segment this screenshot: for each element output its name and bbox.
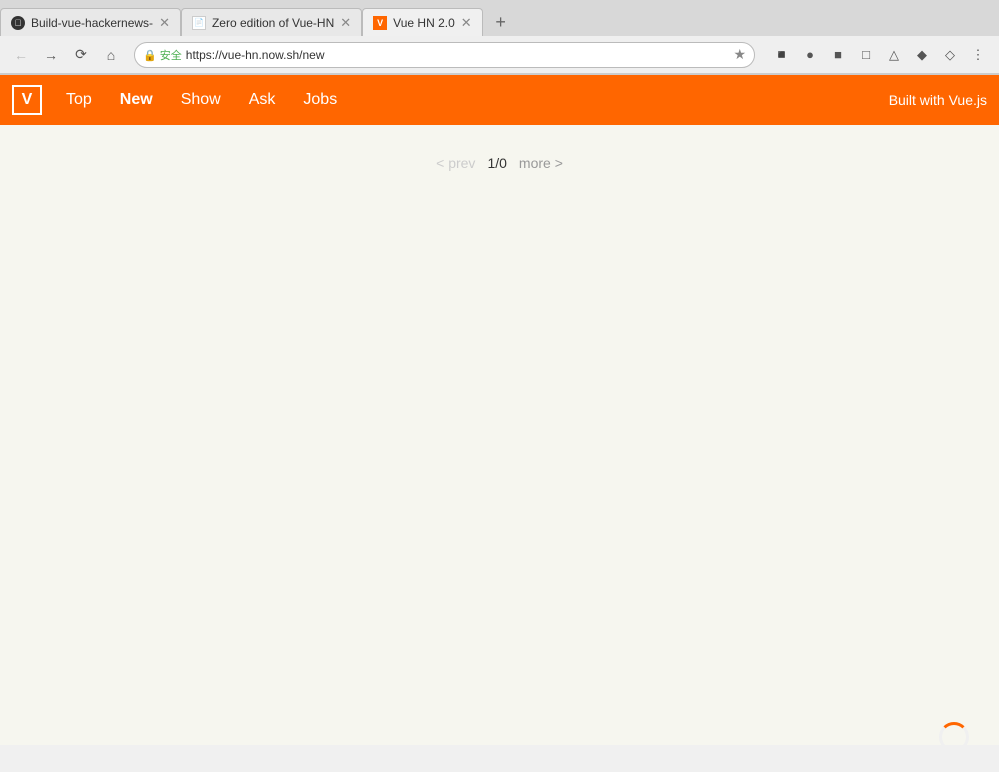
tab-1[interactable]:  Build-vue-hackernews- ✕ — [0, 8, 181, 36]
tab-2-close[interactable]: ✕ — [340, 15, 351, 31]
tab-1-favicon:  — [11, 16, 25, 30]
app-logo[interactable]: V — [12, 85, 42, 115]
tool1-button[interactable]: ■ — [825, 42, 851, 68]
built-with-label: Built with Vue.js — [889, 92, 987, 108]
reload-button[interactable]: ⟳ — [68, 42, 94, 68]
forward-button[interactable]: → — [38, 42, 64, 68]
tab-2-title: Zero edition of Vue-HN — [212, 16, 334, 30]
browser-toolbar: ← → ⟳ ⌂ 🔒 安全 ★ ◾ ● ■ □ △ ◆ ◇ ⋮ — [0, 36, 999, 74]
nav-top[interactable]: Top — [54, 85, 104, 115]
tab-3-favicon: V — [373, 16, 387, 30]
home-button[interactable]: ⌂ — [98, 42, 124, 68]
nav-ask[interactable]: Ask — [237, 85, 288, 115]
tab-2-favicon: 📄 — [192, 16, 206, 30]
menu-button[interactable]: ⋮ — [965, 42, 991, 68]
bookmark-icon[interactable]: ★ — [733, 46, 746, 63]
tab-1-title: Build-vue-hackernews- — [31, 16, 153, 30]
tool2-button[interactable]: □ — [853, 42, 879, 68]
security-icon: 🔒 安全 — [143, 47, 182, 63]
tool5-button[interactable]: ◇ — [937, 42, 963, 68]
tab-1-close[interactable]: ✕ — [159, 15, 170, 31]
spinner-container — [939, 722, 969, 752]
pagination-bar: < prev 1/0 more > — [20, 145, 979, 181]
app-navbar: V Top New Show Ask Jobs Built with Vue.j… — [0, 75, 999, 125]
tool3-button[interactable]: △ — [881, 42, 907, 68]
nav-new[interactable]: New — [108, 85, 165, 115]
tab-bar:  Build-vue-hackernews- ✕ 📄 Zero edition… — [0, 0, 999, 36]
back-button[interactable]: ← — [8, 42, 34, 68]
tab-2[interactable]: 📄 Zero edition of Vue-HN ✕ — [181, 8, 362, 36]
loading-spinner — [939, 722, 969, 752]
bookmark-manager-button[interactable]: ● — [797, 42, 823, 68]
address-bar: 🔒 安全 ★ — [134, 42, 755, 68]
tab-3-title: Vue HN 2.0 — [393, 16, 455, 30]
nav-jobs[interactable]: Jobs — [291, 85, 349, 115]
extensions-button[interactable]: ◾ — [769, 42, 795, 68]
prev-link[interactable]: < prev — [436, 155, 475, 171]
toolbar-icons: ◾ ● ■ □ △ ◆ ◇ ⋮ — [769, 42, 991, 68]
tool4-button[interactable]: ◆ — [909, 42, 935, 68]
pagination-current: 1/0 — [487, 155, 506, 171]
new-tab-button[interactable]: + — [487, 8, 515, 36]
tab-3[interactable]: V Vue HN 2.0 ✕ — [362, 8, 483, 36]
page-content: < prev 1/0 more > — [0, 125, 999, 745]
browser-chrome:  Build-vue-hackernews- ✕ 📄 Zero edition… — [0, 0, 999, 75]
more-link[interactable]: more > — [519, 155, 563, 171]
address-input[interactable] — [186, 48, 730, 62]
nav-show[interactable]: Show — [169, 85, 233, 115]
nav-links: Top New Show Ask Jobs — [54, 85, 889, 115]
tab-3-close[interactable]: ✕ — [461, 15, 472, 31]
